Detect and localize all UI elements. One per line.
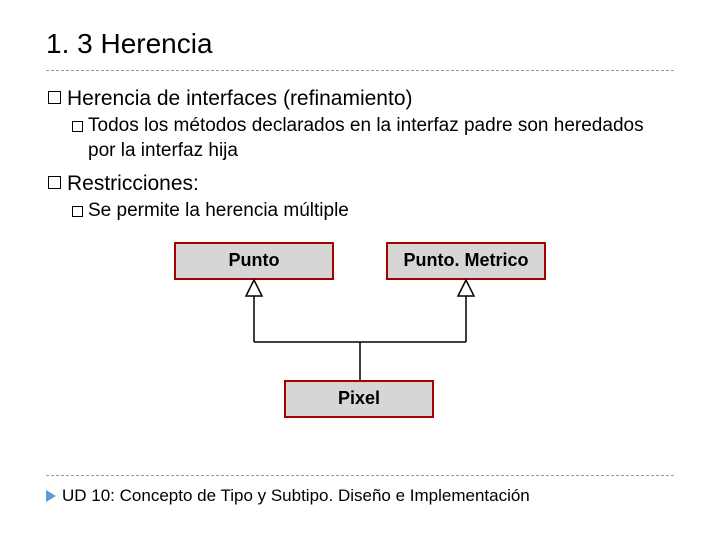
square-bullet-icon [48,91,61,104]
uml-class-pixel: Pixel [284,380,434,418]
title-separator [46,70,674,71]
footer-arrow-icon [46,490,56,502]
square-bullet-icon [72,206,83,217]
bullet-2-1-text: Se permite la herencia múltiple [88,199,349,224]
bullet-1-text: Herencia de interfaces (refinamiento) [67,85,413,112]
inheritance-arrow-icon [458,280,474,296]
uml-class-punto: Punto [174,242,334,280]
slide: 1. 3 Herencia Herencia de interfaces (re… [0,0,720,540]
bullet-1-1-text: Todos los métodos declarados en la inter… [88,114,648,163]
bullet-2: Restricciones: [48,170,674,197]
footer-separator [46,475,674,476]
uml-class-punto-metrico: Punto. Metrico [386,242,546,280]
inheritance-arrow-icon [246,280,262,296]
bullet-2-1: Se permite la herencia múltiple [72,199,674,224]
square-bullet-icon [72,121,83,132]
slide-footer: UD 10: Concepto de Tipo y Subtipo. Diseñ… [46,475,674,506]
footer-text: UD 10: Concepto de Tipo y Subtipo. Diseñ… [62,486,530,506]
square-bullet-icon [48,176,61,189]
bullet-1-1: Todos los métodos declarados en la inter… [72,114,674,163]
bullet-2-text: Restricciones: [67,170,199,197]
uml-diagram: Punto Punto. Metrico Pixel [156,242,566,432]
bullet-1: Herencia de interfaces (refinamiento) [48,85,674,112]
slide-title: 1. 3 Herencia [46,28,674,60]
